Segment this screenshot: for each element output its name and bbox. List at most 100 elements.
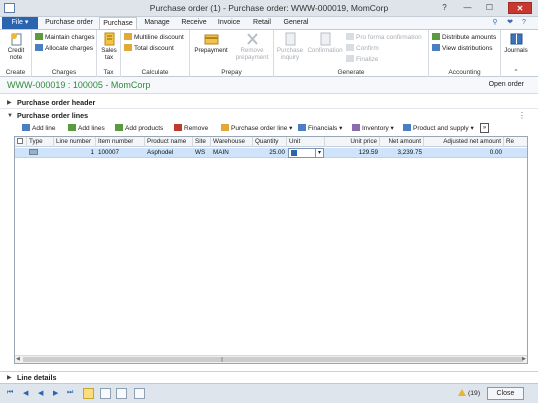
more-options-icon[interactable]: ⋮ [518, 111, 526, 120]
group-prepay: Prepayment Remove prepayment Prepay [190, 30, 274, 77]
col-quantity[interactable]: Quantity [253, 137, 287, 147]
unit-field-icon [291, 150, 297, 156]
scroll-left-icon[interactable]: ◀ [16, 356, 20, 362]
cell-quantity[interactable]: 25.00 [253, 148, 287, 158]
credit-note-button[interactable]: Credit note [2, 32, 30, 61]
cell-site[interactable]: WS [193, 148, 211, 158]
tab-general[interactable]: General [279, 17, 313, 29]
tab-retail[interactable]: Retail [247, 17, 277, 29]
sales-tax-icon [104, 32, 114, 46]
minimize-button[interactable]: — [459, 2, 476, 14]
product-and-supply-menu[interactable]: Product and supply ▾ [403, 124, 474, 134]
remove-button[interactable]: Remove [174, 124, 208, 134]
journals-button[interactable]: Journals [502, 32, 530, 54]
confirmation-button[interactable]: Confirmation [306, 32, 344, 54]
cell-unit-price[interactable]: 129.59 [325, 148, 380, 158]
tab-invoice[interactable]: Invoice [213, 17, 245, 29]
cell-product-name[interactable]: Asphodel [145, 148, 193, 158]
col-type[interactable]: Type [27, 137, 54, 147]
close-button[interactable]: Close [487, 387, 524, 400]
tab-purchase-order[interactable]: Purchase order [40, 17, 98, 29]
confirm-button[interactable]: Confirm [346, 44, 379, 53]
search-icon[interactable]: ⚲ [490, 18, 500, 28]
allocate-charges-button[interactable]: Allocate charges [35, 44, 93, 53]
document-icon [346, 33, 354, 40]
col-unit[interactable]: Unit [287, 137, 325, 147]
help-ribbon-icon[interactable]: ? [519, 18, 529, 28]
journals-icon [510, 33, 522, 45]
purchase-inquiry-button[interactable]: Purchase inquiry [276, 32, 304, 61]
line-details-section[interactable]: ▶ Line details [0, 371, 538, 383]
previous-page-icon[interactable]: ◀ [38, 389, 43, 397]
notifications-indicator[interactable]: (19) [458, 389, 480, 397]
maintain-charges-button[interactable]: Maintain charges [35, 33, 95, 42]
favorites-icon[interactable]: ❤ [505, 18, 515, 28]
tab-manage[interactable]: Manage [139, 17, 175, 29]
select-all-checkbox[interactable] [15, 137, 27, 147]
purchase-order-header-section[interactable]: ▶ Purchase order header [0, 97, 538, 109]
close-window-button[interactable]: ✕ [508, 2, 532, 14]
edit-mode-icon[interactable] [83, 388, 94, 399]
cell-net-amount[interactable]: 3,239.75 [380, 148, 424, 158]
tab-file[interactable]: File ▾ [2, 17, 38, 29]
document-icon [346, 44, 354, 51]
add-products-button[interactable]: Add products [115, 124, 163, 134]
add-products-icon [115, 124, 123, 131]
help-icon[interactable]: ? [436, 2, 453, 14]
table-row[interactable]: 1 100007 Asphodel WS MAIN 25.00 ▾ 129.59… [15, 148, 527, 158]
last-record-icon[interactable]: ⏭ [67, 389, 73, 397]
col-warehouse[interactable]: Warehouse [211, 137, 253, 147]
scrollbar-thumb[interactable] [23, 357, 523, 362]
purchase-order-lines-section[interactable]: ▼ Purchase order lines [0, 110, 538, 122]
col-more[interactable]: Re [504, 137, 527, 147]
prepayment-button[interactable]: Prepayment [192, 32, 230, 54]
col-unit-price[interactable]: Unit price [325, 137, 380, 147]
horizontal-scrollbar[interactable]: ◀ ||| ▶ [15, 355, 527, 363]
col-line-number[interactable]: Line number [54, 137, 96, 147]
tab-receive[interactable]: Receive [177, 17, 211, 29]
discount-icon [124, 44, 132, 51]
col-product-name[interactable]: Product name [145, 137, 193, 147]
pro-forma-confirmation-button[interactable]: Pro forma confirmation [346, 33, 422, 42]
view-distributions-button[interactable]: View distributions [432, 44, 492, 53]
record-info-icon[interactable] [116, 388, 127, 399]
total-discount-button[interactable]: Total discount [124, 44, 174, 53]
document-handling-icon[interactable] [134, 388, 145, 399]
col-site[interactable]: Site [193, 137, 211, 147]
next-page-icon[interactable]: ▶ [53, 389, 58, 397]
warning-icon [458, 389, 466, 396]
distribute-amounts-button[interactable]: Distribute amounts [432, 33, 496, 42]
cell-item-number[interactable]: 100007 [96, 148, 145, 158]
inventory-menu[interactable]: Inventory ▾ [352, 124, 394, 134]
financials-menu[interactable]: Financials ▾ [298, 124, 342, 134]
add-lines-button[interactable]: Add lines [68, 124, 105, 134]
unit-dropdown[interactable]: ▾ [288, 148, 324, 158]
chevron-down-icon[interactable]: ▾ [315, 149, 323, 157]
col-item-number[interactable]: Item number [96, 137, 145, 147]
ribbon: Credit note Create Maintain charges Allo… [0, 29, 538, 77]
col-adjusted-net-amount[interactable]: Adjusted net amount [424, 137, 504, 147]
more-toolbar-button[interactable]: » [480, 123, 489, 133]
purchase-order-line-menu[interactable]: Purchase order line ▾ [221, 124, 292, 134]
cell-adjusted-net-amount[interactable]: 0.00 [424, 148, 504, 158]
attachments-icon[interactable] [100, 388, 111, 399]
cell-line-number[interactable]: 1 [54, 148, 96, 158]
scroll-right-icon[interactable]: ▶ [522, 356, 526, 362]
maximize-button[interactable]: ☐ [481, 2, 498, 14]
credit-note-icon [10, 33, 21, 46]
finalize-button[interactable]: Finalize [346, 55, 378, 64]
multiline-discount-button[interactable]: Multiline discount [124, 33, 184, 42]
group-charges: Maintain charges Allocate charges Charge… [32, 30, 97, 77]
first-record-icon[interactable]: ⏮ [7, 389, 13, 397]
ribbon-collapse-chevron-icon[interactable]: ⌃ [501, 68, 531, 76]
group-tax: Sales tax Tax [97, 30, 121, 77]
collapse-chevron-icon: ▼ [7, 113, 13, 119]
previous-record-icon[interactable]: ◀ [23, 389, 28, 397]
sales-tax-button[interactable]: Sales tax [98, 32, 120, 61]
add-line-button[interactable]: Add line [22, 124, 56, 134]
add-line-icon [22, 124, 30, 131]
col-net-amount[interactable]: Net amount [380, 137, 424, 147]
cell-warehouse[interactable]: MAIN [211, 148, 253, 158]
record-header-bar: WWW-000019 : 100005 - MomCorp Open order [0, 77, 538, 94]
remove-prepayment-button[interactable]: Remove prepayment [232, 32, 272, 61]
